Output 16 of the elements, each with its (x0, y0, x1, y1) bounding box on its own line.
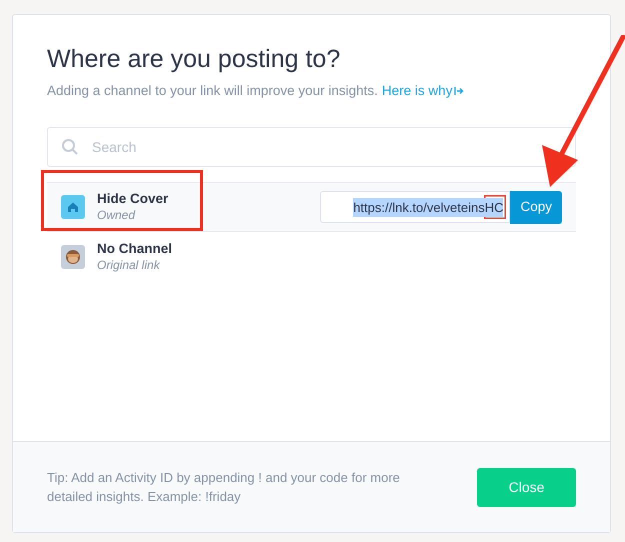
channel-name: No Channel (97, 240, 172, 257)
tip-text: Tip: Add an Activity ID by appending ! and your code for more detailed insights. Example: !friday (47, 469, 401, 506)
channel-row[interactable]: Hide Cover Owned https://lnk.to/velveteinsHC Copy (47, 182, 576, 232)
channel-detail: Original link (97, 256, 161, 273)
house-icon (61, 195, 85, 220)
monkey-icon (61, 244, 85, 269)
channel-name: Hide Cover (97, 191, 168, 208)
dialog-subtitle: Adding a channel to your link will improve your insights. (47, 82, 378, 100)
search-field[interactable]: Search (47, 127, 576, 168)
search-icon (61, 138, 79, 156)
channel-row[interactable]: No Channel Original link (47, 232, 576, 282)
link-text: https://lnk.to/velveteinsHC (353, 198, 504, 217)
dialog-title: Where are you posting to? (47, 44, 342, 75)
arrow-right-icon (454, 86, 464, 96)
link-field[interactable]: https://lnk.to/velveteinsHC (320, 191, 510, 224)
channel-detail: Owned (97, 207, 136, 224)
